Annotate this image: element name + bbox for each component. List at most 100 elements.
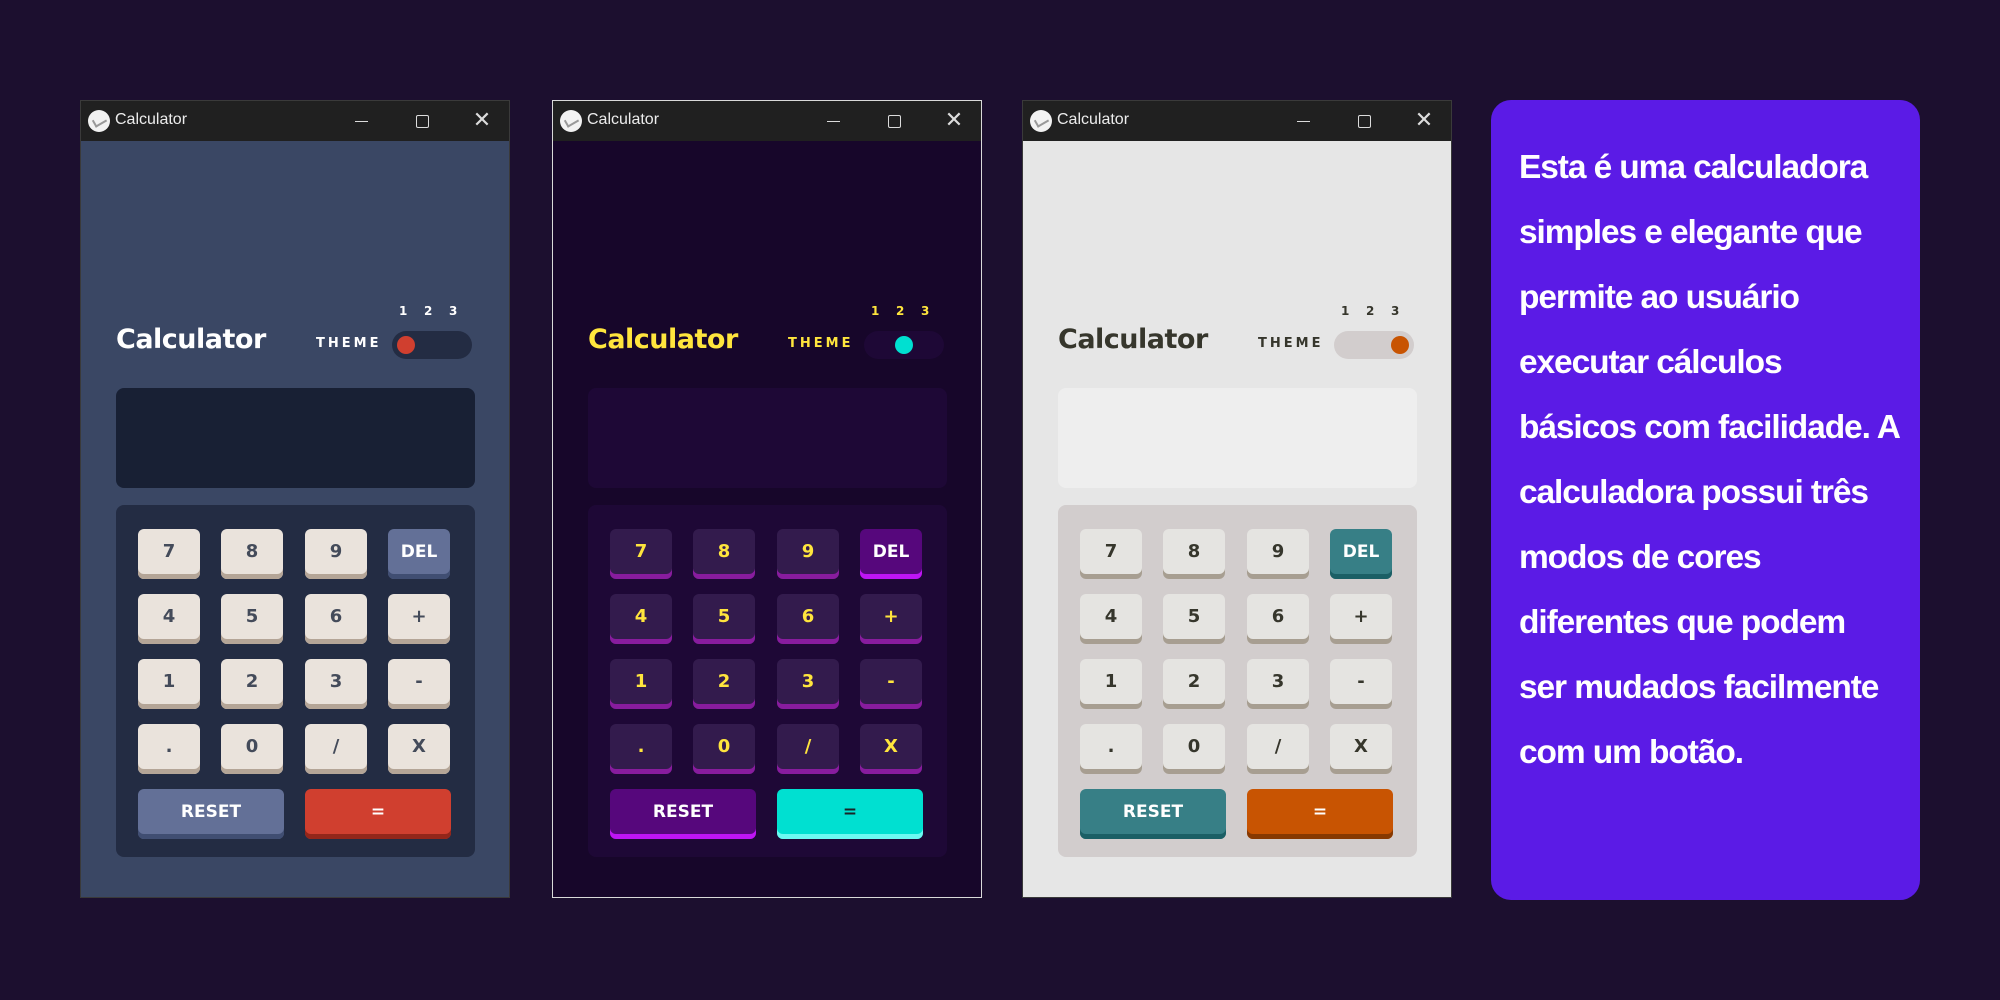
delete-button[interactable]: DEL	[1330, 529, 1392, 579]
key-button[interactable]: 5	[221, 594, 283, 644]
calculator-body: Calculator 123 THEME 7 8 9 DEL 4 5 6 +1 2 3-. 0/X …	[81, 141, 509, 897]
key-button[interactable]: X	[860, 724, 922, 774]
calculator-title: Calculator	[116, 324, 266, 355]
key-button[interactable]: 6	[305, 594, 367, 644]
maximize-icon[interactable]	[871, 105, 915, 137]
theme-number: 2	[896, 304, 905, 318]
theme-toggle[interactable]	[864, 331, 944, 359]
window-title: Calculator	[1057, 111, 1130, 128]
key-button[interactable]: 4	[138, 594, 200, 644]
key-button[interactable]: +	[388, 594, 450, 644]
key-button[interactable]: 4	[610, 594, 672, 644]
reset-button[interactable]: RESET	[1080, 789, 1226, 839]
calculator-app-icon	[1030, 110, 1052, 132]
equals-button[interactable]: =	[1247, 789, 1393, 839]
theme-toggle-knob[interactable]	[1391, 336, 1409, 354]
theme-numbers: 1 2 3	[399, 304, 474, 318]
key-button[interactable]: 5	[693, 594, 755, 644]
key-button[interactable]: 8	[221, 529, 283, 579]
key-button[interactable]: 7	[1080, 529, 1142, 579]
theme-number: 3	[1391, 304, 1400, 318]
calculator-display	[588, 388, 947, 488]
delete-button[interactable]: DEL	[388, 529, 450, 579]
key-button[interactable]: X	[388, 724, 450, 774]
theme-number: 2	[1366, 304, 1375, 318]
title-bar: Calculator ✕	[1023, 101, 1451, 141]
theme-toggle[interactable]	[392, 331, 472, 359]
key-button[interactable]: 1	[610, 659, 672, 709]
keypad: 7 8 9 DEL 4 5 6 +1 2 3-. 0 / X RESET =	[1058, 505, 1417, 857]
key-button[interactable]: 9	[305, 529, 367, 579]
key-button[interactable]: 8	[1163, 529, 1225, 579]
key-button[interactable]: 1	[138, 659, 200, 709]
window-title: Calculator	[115, 111, 188, 128]
theme-number: 3	[921, 304, 930, 318]
key-button[interactable]: 1	[1080, 659, 1142, 709]
calculator-display	[1058, 388, 1417, 488]
key-button[interactable]: 3	[1247, 659, 1309, 709]
key-button[interactable]: 4	[1080, 594, 1142, 644]
reset-button[interactable]: RESET	[138, 789, 284, 839]
key-button[interactable]: 6	[777, 594, 839, 644]
theme-numbers: 1 2 3	[1341, 304, 1416, 318]
key-button[interactable]: /	[1247, 724, 1309, 774]
key-button[interactable]: .	[138, 724, 200, 774]
key-button[interactable]: X	[1330, 724, 1392, 774]
key-button[interactable]: -	[860, 659, 922, 709]
theme-toggle[interactable]	[1334, 331, 1414, 359]
key-button[interactable]: 0	[693, 724, 755, 774]
calculator-app-icon	[560, 110, 582, 132]
close-icon[interactable]: ✕	[460, 105, 504, 137]
description-panel: Esta é uma calculadora simples e elegant…	[1491, 100, 1920, 900]
theme-number: 2	[424, 304, 433, 318]
key-button[interactable]: .	[1080, 724, 1142, 774]
minimize-icon[interactable]	[1281, 105, 1325, 137]
minimize-icon[interactable]	[339, 105, 383, 137]
title-bar: Calculator ✕	[81, 101, 509, 141]
close-icon[interactable]: ✕	[932, 105, 976, 137]
title-bar: Calculator ✕	[553, 101, 981, 141]
key-button[interactable]: 2	[1163, 659, 1225, 709]
key-button[interactable]: /	[777, 724, 839, 774]
key-button[interactable]: 0	[1163, 724, 1225, 774]
description-text: Esta é uma calculadora simples e elegant…	[1519, 149, 1900, 771]
key-button[interactable]: 2	[221, 659, 283, 709]
key-button[interactable]: -	[388, 659, 450, 709]
key-button[interactable]: 7	[138, 529, 200, 579]
keypad: 7 8 9 DEL 4 5 6 +1 2 3-. 0 / X RESET =	[588, 505, 947, 857]
key-button[interactable]: 0	[221, 724, 283, 774]
key-button[interactable]: 3	[777, 659, 839, 709]
equals-button[interactable]: =	[305, 789, 451, 839]
calculator-window: Calculator ✕ Calculator 123 THEME 7 8 9 DEL…	[80, 100, 510, 898]
equals-button[interactable]: =	[777, 789, 923, 839]
close-icon[interactable]: ✕	[1402, 105, 1446, 137]
theme-label: THEME	[788, 336, 854, 351]
theme-toggle-knob[interactable]	[895, 336, 913, 354]
calculator-body: Calculator 123 THEME 7 8 9 DEL 4 5 6 +1 2 3-. 0/X …	[553, 141, 981, 897]
reset-button[interactable]: RESET	[610, 789, 756, 839]
delete-button[interactable]: DEL	[860, 529, 922, 579]
key-button[interactable]: +	[1330, 594, 1392, 644]
key-button[interactable]: 9	[1247, 529, 1309, 579]
calculator-window: Calculator ✕ Calculator 123 THEME 7 8 9 DEL…	[552, 100, 982, 898]
key-button[interactable]: 3	[305, 659, 367, 709]
key-button[interactable]: -	[1330, 659, 1392, 709]
key-button[interactable]: 2	[693, 659, 755, 709]
calculator-app-icon	[88, 110, 110, 132]
maximize-icon[interactable]	[399, 105, 443, 137]
window-title: Calculator	[587, 111, 660, 128]
theme-number: 3	[449, 304, 458, 318]
theme-number: 1	[399, 304, 408, 318]
key-button[interactable]: +	[860, 594, 922, 644]
key-button[interactable]: .	[610, 724, 672, 774]
calculator-title: Calculator	[1058, 324, 1208, 355]
key-button[interactable]: 7	[610, 529, 672, 579]
key-button[interactable]: 5	[1163, 594, 1225, 644]
minimize-icon[interactable]	[811, 105, 855, 137]
key-button[interactable]: 6	[1247, 594, 1309, 644]
maximize-icon[interactable]	[1341, 105, 1385, 137]
theme-toggle-knob[interactable]	[397, 336, 415, 354]
key-button[interactable]: /	[305, 724, 367, 774]
key-button[interactable]: 9	[777, 529, 839, 579]
key-button[interactable]: 8	[693, 529, 755, 579]
